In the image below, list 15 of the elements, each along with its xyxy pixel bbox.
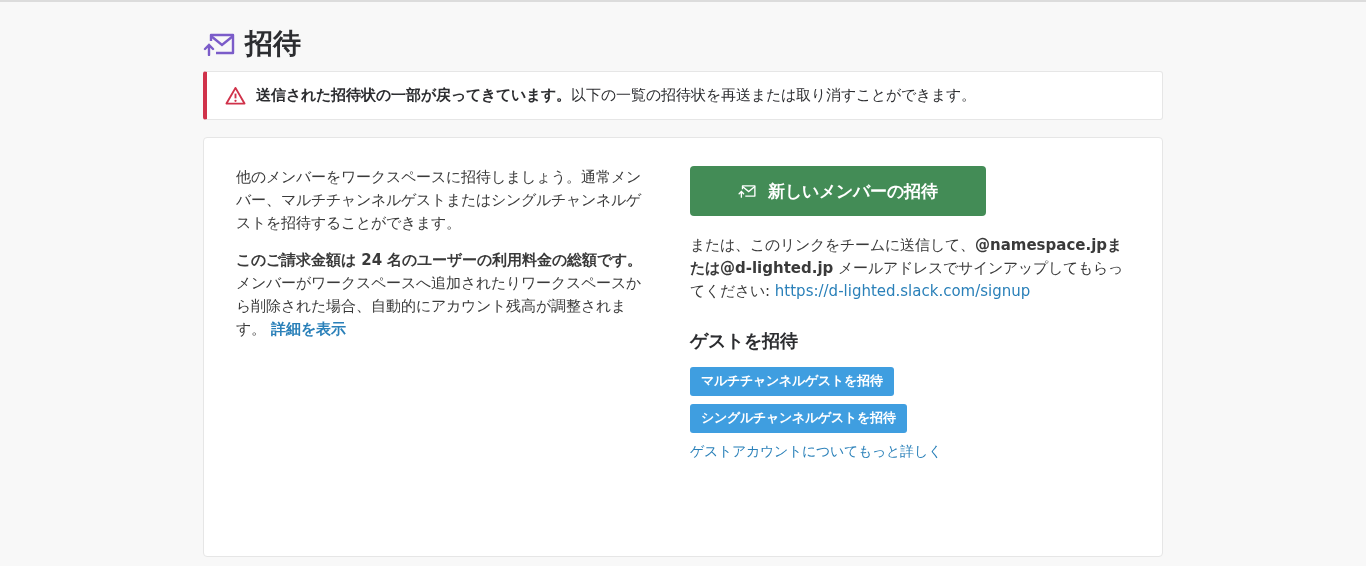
warning-icon [225,86,246,105]
page-title: 招待 [245,26,301,62]
guest-invite-button[interactable]: シングルチャンネルゲストを招待 [690,404,907,433]
section-heading: ゲストを招待 [690,329,799,353]
paragraph-text: 他のメンバーをワークスペースに招待しましょう。通常メンバー、マルチチャンネルゲストまたはシングルチャンネルゲストを招待することができます。 [236,167,643,234]
envelope-icon [203,32,235,56]
signup-link[interactable]: https://d-lighted.slack.com/signup [774,282,1031,300]
invite-button[interactable]: 新しいメンバーの招待 [690,166,986,216]
guest-info-link[interactable]: ゲストアカウントについてもっと詳しく [690,443,942,461]
invite-note: または、このリンクをチームに送信して、@namespace.jpまたは@d-lighted.jp メールアドレスでサインアップしてもらってください: https://d-lighted.slack.com/signup [690,235,1125,302]
paragraph-text: このご請求金額は 24 名のユーザーの利用料金の総額です。メンバーがワークスペースへ追加されたりワークスペースから削除された場合、自動的にアカウント残高が調整されます。 詳細を表示 [236,250,644,340]
alert-message: 送信された招待状の一部が戻ってきています。以下の一覧の招待状を再送または取り消すことができます。 [256,86,976,105]
envelope-icon [738,184,756,198]
guest-invite-button[interactable]: マルチチャンネルゲストを招待 [690,367,894,396]
details-link[interactable]: 詳細を表示 [270,320,346,338]
